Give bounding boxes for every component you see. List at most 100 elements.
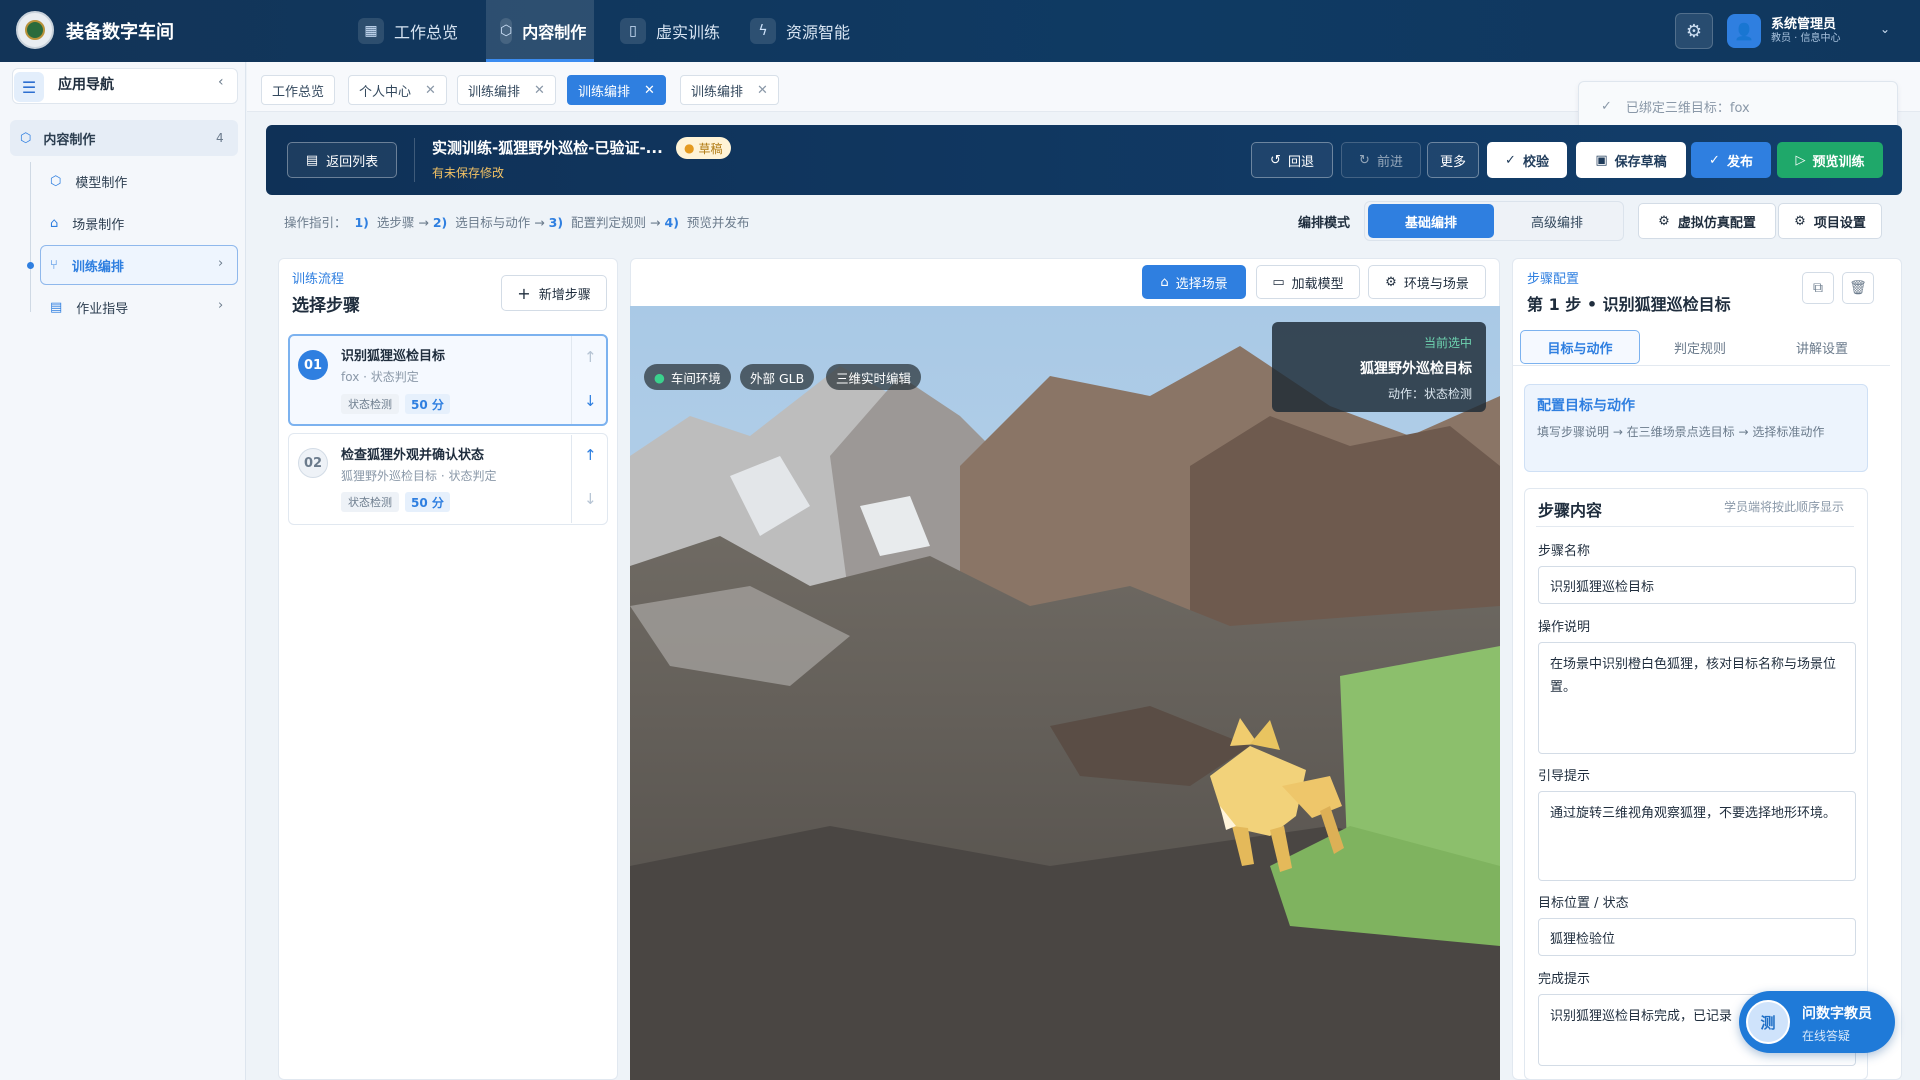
3d-scene-canvas[interactable] xyxy=(630,306,1500,1080)
folder-icon: ▭ xyxy=(1272,274,1285,290)
desc-label: 操作说明 xyxy=(1538,620,1591,635)
load-model-button[interactable]: ▭ 加载模型 xyxy=(1256,265,1360,299)
close-icon[interactable]: ✕ xyxy=(425,83,436,98)
tab-profile[interactable]: 个人中心 ✕ xyxy=(348,75,447,105)
sidebar-item-training[interactable]: ⑂ 训练编排 xyxy=(50,256,124,275)
add-step-button[interactable]: + 新增步骤 xyxy=(501,275,607,311)
move-down-icon[interactable]: ↓ xyxy=(584,392,597,410)
step-subtitle: 狐狸野外巡检目标 · 状态判定 xyxy=(341,469,497,483)
gear-icon: ⚙ xyxy=(1385,274,1397,290)
ai-icon: ϟ xyxy=(750,18,776,44)
flow-icon: ⑂ xyxy=(50,258,58,273)
redo-button[interactable]: ↻ 前进 xyxy=(1341,142,1421,178)
config-hint-box: 配置目标与动作 填写步骤说明 → 在三维场景点选目标 → 选择标准动作 xyxy=(1524,384,1868,472)
step-score: 50 分 xyxy=(405,394,450,414)
more-button[interactable]: 更多 xyxy=(1427,142,1479,178)
book-icon: ▯ xyxy=(620,18,646,44)
delete-button[interactable]: 🗑 xyxy=(1842,272,1874,304)
tab-training-1[interactable]: 训练编排 ✕ xyxy=(457,75,556,105)
active-dot xyxy=(27,262,34,269)
topnav-resources[interactable]: ϟ 资源智能 xyxy=(736,0,864,62)
preview-button[interactable]: ▷ 预览训练 xyxy=(1777,142,1883,178)
name-label: 步骤名称 xyxy=(1538,544,1591,559)
chevron-down-icon[interactable]: ⌄ xyxy=(1880,22,1890,36)
sidebar-header xyxy=(12,68,238,104)
status-badge: ● 草稿 xyxy=(676,137,731,159)
select-scene-button[interactable]: ⌂ 选择场景 xyxy=(1142,265,1246,299)
tab-rules[interactable]: 判定规则 xyxy=(1640,330,1760,364)
hint-label: 引导提示 xyxy=(1538,769,1591,784)
operation-guide: 操作指引： 1) 选步骤 → 2) 选目标与动作 → 3) 配置判定规则 → 4… xyxy=(284,215,750,230)
redo-icon: ↻ xyxy=(1359,152,1370,168)
user-role: 教员 · 信息中心 xyxy=(1771,33,1841,44)
sidebar-item-model[interactable]: ⬡ 模型制作 xyxy=(50,172,127,191)
move-up-icon[interactable]: ↑ xyxy=(584,446,597,464)
project-settings-button[interactable]: ⚙ 项目设置 xyxy=(1778,203,1882,239)
check-icon: ✓ xyxy=(1505,152,1516,168)
assistant-status: 在线答疑 xyxy=(1802,1029,1851,1043)
guide-hint-textarea[interactable]: 通过旋转三维视角观察狐狸，不要选择地形环境。 xyxy=(1538,791,1856,881)
chevron-right-icon: › xyxy=(218,298,224,313)
sim-config-button[interactable]: ⚙ 虚拟仿真配置 xyxy=(1638,203,1776,239)
menu-icon[interactable]: ☰ xyxy=(14,72,44,102)
move-up-icon[interactable]: ↑ xyxy=(584,348,597,366)
tab-training-3[interactable]: 训练编排 ✕ xyxy=(680,75,779,105)
chevron-right-icon: › xyxy=(218,256,224,271)
topnav-training[interactable]: ▯ 虚实训练 xyxy=(606,0,734,62)
gear-icon: ⚙ xyxy=(1685,20,1703,42)
user-menu[interactable]: 👤 系统管理员 教员 · 信息中心 xyxy=(1727,9,1895,53)
glb-badge: 外部 GLB xyxy=(740,364,815,390)
play-icon: ▷ xyxy=(1795,152,1806,168)
sidebar-item-guide[interactable]: ▤ 作业指导 xyxy=(50,298,128,317)
topnav-content[interactable]: ⬡ 内容制作 xyxy=(486,0,594,62)
user-avatar-icon: 👤 xyxy=(1727,14,1761,48)
settings-button[interactable]: ⚙ xyxy=(1675,13,1713,49)
sidebar-item-scene[interactable]: ⌂ 场景制作 xyxy=(50,214,124,233)
pos-label: 目标位置 / 状态 xyxy=(1538,896,1629,911)
collapse-icon[interactable]: ‹ xyxy=(218,74,224,90)
close-icon[interactable]: ✕ xyxy=(644,83,655,98)
close-icon[interactable]: ✕ xyxy=(534,83,545,98)
env-scene-button[interactable]: ⚙ 环境与场景 xyxy=(1368,265,1486,299)
copy-button[interactable]: ⧉ xyxy=(1802,272,1834,304)
step-subtitle: fox · 状态判定 xyxy=(341,370,419,384)
home-icon: ⌂ xyxy=(50,216,59,231)
sidebar-group-label: ⬡ 内容制作 xyxy=(20,131,96,148)
copy-icon: ⧉ xyxy=(1813,280,1823,296)
3d-scene xyxy=(630,306,1500,1080)
unsaved-indicator: 有未保存修改 xyxy=(432,166,505,180)
topnav-overview[interactable]: ▦ 工作总览 xyxy=(344,0,472,62)
config-label: 步骤配置 xyxy=(1527,272,1580,287)
app-logo xyxy=(16,11,54,49)
plus-icon: + xyxy=(517,283,531,303)
divider xyxy=(414,138,415,182)
tab-overview[interactable]: 工作总览 xyxy=(261,75,336,105)
undo-button[interactable]: ↺ 回退 xyxy=(1251,142,1333,178)
step-score: 50 分 xyxy=(405,492,450,512)
mode-advanced-button[interactable]: 高级编排 xyxy=(1494,204,1620,238)
tab-explain[interactable]: 讲解设置 xyxy=(1762,330,1882,364)
gear-icon: ⚙ xyxy=(1658,213,1670,229)
tab-training-active[interactable]: 训练编排 ✕ xyxy=(567,75,666,105)
target-position-input[interactable]: 狐狸检验位 xyxy=(1538,918,1856,956)
move-down-icon[interactable]: ↓ xyxy=(584,490,597,508)
step-desc-textarea[interactable]: 在场景中识别橙白色狐狸，核对目标名称与场景位置。 xyxy=(1538,642,1856,754)
tab-target-action[interactable]: 目标与动作 xyxy=(1520,330,1640,364)
validate-button[interactable]: ✓ 校验 xyxy=(1487,142,1567,178)
section-hint: 学员端将按此顺序显示 xyxy=(1724,500,1845,514)
publish-button[interactable]: ✓ 发布 xyxy=(1691,142,1771,178)
back-to-list-button[interactable]: ▤ 返回列表 xyxy=(287,142,397,178)
save-draft-button[interactable]: ▣ 保存草稿 xyxy=(1576,142,1686,178)
mode-basic-button[interactable]: 基础编排 xyxy=(1368,204,1494,238)
close-icon[interactable]: ✕ xyxy=(757,83,768,98)
user-name: 系统管理员 xyxy=(1771,17,1837,32)
app-title: 装备数字车间 xyxy=(66,22,174,43)
trash-icon: 🗑 xyxy=(1849,280,1867,296)
section-title: 步骤内容 xyxy=(1538,501,1603,520)
step-title: 识别狐狸巡检目标 xyxy=(341,349,446,364)
check-icon: ✓ xyxy=(1601,98,1612,114)
doc-icon: ▤ xyxy=(305,152,319,168)
gear-icon: ⚙ xyxy=(1794,213,1806,229)
current-selection-box: 当前选中 狐狸野外巡检目标 动作：状态检测 xyxy=(1272,322,1486,412)
step-name-input[interactable]: 识别狐狸巡检目标 xyxy=(1538,566,1856,604)
